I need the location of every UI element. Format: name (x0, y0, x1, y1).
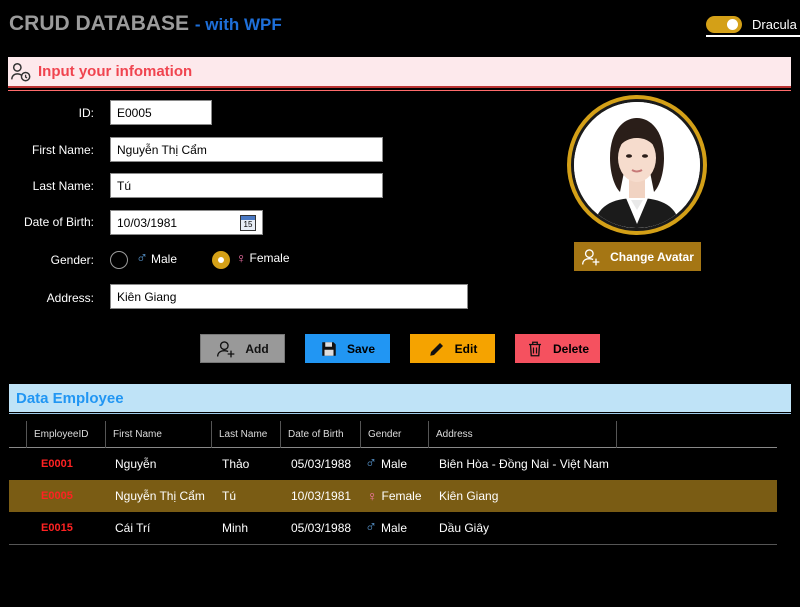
dob-value: 10/03/1981 (117, 216, 178, 230)
employee-table[interactable]: EmployeeID First Name Last Name Date of … (9, 421, 777, 545)
cell-employee-id: E0001 (41, 458, 73, 470)
dob-field[interactable]: 10/03/1981 15 (110, 210, 263, 235)
gender-label: Gender: (50, 253, 94, 267)
app-title: CRUD DATABASE - with WPF (9, 12, 282, 36)
id-field[interactable]: E0005 (110, 100, 212, 125)
save-button[interactable]: Save (305, 334, 390, 363)
table-row[interactable]: E0015 Cái Trí Minh 05/03/1988 ♂ Male Dầu … (9, 512, 777, 544)
edit-label: Edit (454, 341, 478, 356)
cell-gender-label: Male (381, 521, 408, 535)
address-field[interactable]: Kiên Giang (110, 284, 468, 309)
input-section-header: Input your infomation (8, 57, 791, 88)
divider (9, 413, 791, 414)
dob-label: Date of Birth: (23, 215, 94, 229)
add-label: Add (245, 341, 269, 356)
change-avatar-button[interactable]: Change Avatar (574, 242, 701, 271)
cell-last-name: Thảo (222, 457, 250, 471)
cell-address: Dầu Giây (439, 521, 490, 535)
add-button[interactable]: Add (200, 334, 285, 363)
delete-button[interactable]: Delete (515, 334, 600, 363)
calendar-day: 15 (243, 220, 253, 229)
floppy-disk-icon (322, 341, 336, 356)
pencil-icon (429, 342, 443, 356)
gender-female-option[interactable]: ♀ Female (236, 250, 290, 266)
cell-first-name: Cái Trí (115, 521, 151, 535)
theme-label: Dracula (752, 16, 797, 32)
edit-button[interactable]: Edit (410, 334, 495, 363)
cell-address: Kiên Giang (439, 489, 499, 503)
gender-male-radio[interactable] (110, 251, 128, 269)
avatar-photo (571, 99, 703, 231)
column-header-employee-id[interactable]: EmployeeID (26, 421, 105, 448)
column-header-last-name[interactable]: Last Name (211, 421, 280, 448)
female-icon: ♀ (367, 488, 378, 504)
calendar-icon[interactable]: 15 (240, 215, 256, 231)
table-header: EmployeeID First Name Last Name Date of … (9, 421, 777, 448)
cell-first-name: Nguyễn Thị Cẩm (115, 489, 205, 503)
input-section-title: Input your infomation (38, 63, 193, 80)
gender-male-label: Male (151, 252, 178, 266)
divider (8, 90, 791, 91)
cell-gender-label: Male (381, 457, 408, 471)
cell-employee-id: E0015 (41, 522, 73, 534)
cell-date-of-birth: 05/03/1988 (291, 521, 352, 535)
cell-last-name: Minh (222, 521, 249, 535)
table-bottom-border (9, 544, 777, 545)
last-name-field[interactable]: Tú (110, 173, 383, 198)
add-user-icon (217, 340, 235, 357)
male-icon: ♂ (365, 519, 377, 536)
cell-employee-id: E0005 (41, 490, 73, 502)
data-section-title: Data Employee (16, 389, 124, 407)
cell-first-name: Nguyễn (115, 457, 157, 471)
cell-gender-label: Female (381, 489, 422, 503)
user-info-icon (11, 62, 31, 81)
address-label: Address: (46, 291, 94, 305)
column-header-gender[interactable]: Gender (360, 421, 428, 448)
app-subtitle: - with WPF (194, 15, 282, 34)
delete-label: Delete (552, 341, 590, 356)
id-label: ID: (78, 106, 94, 120)
cell-gender: ♀ Female (367, 480, 422, 512)
cell-gender: ♂ Male (365, 512, 407, 544)
last-name-label: Last Name: (32, 179, 94, 193)
cell-last-name: Tú (222, 489, 237, 503)
gender-male-option[interactable]: ♂ Male (136, 250, 177, 268)
trash-icon (528, 341, 541, 356)
gender-female-label: Female (249, 251, 290, 265)
column-header-address[interactable]: Address (428, 421, 617, 448)
app-title-text: CRUD DATABASE (9, 12, 190, 35)
save-label: Save (346, 341, 376, 356)
first-name-label: First Name: (31, 143, 94, 157)
switch-knob (727, 18, 738, 30)
first-name-field[interactable]: Nguyễn Thị Cẩm (110, 137, 383, 162)
change-avatar-label: Change Avatar (610, 249, 694, 264)
cell-gender: ♂ Male (365, 448, 407, 480)
column-header-first-name[interactable]: First Name (105, 421, 211, 448)
data-section-header: Data Employee (9, 384, 791, 412)
gender-female-radio[interactable] (212, 251, 230, 269)
cell-address: Biên Hòa - Đồng Nai - Việt Nam (439, 457, 609, 471)
male-icon: ♂ (136, 250, 148, 267)
cell-date-of-birth: 10/03/1981 (291, 489, 352, 503)
person-portrait-icon (574, 102, 700, 228)
male-icon: ♂ (365, 455, 377, 472)
cell-date-of-birth: 05/03/1988 (291, 457, 352, 471)
avatar (567, 95, 707, 235)
theme-switch[interactable] (706, 15, 742, 33)
female-icon: ♀ (236, 250, 247, 266)
theme-toggle[interactable]: Dracula (706, 13, 800, 37)
column-header-date-of-birth[interactable]: Date of Birth (280, 421, 360, 448)
table-row[interactable]: E0001 Nguyễn Thảo 05/03/1988 ♂ Male Biên … (9, 448, 777, 480)
table-row-selected[interactable]: E0005 Nguyễn Thị Cẩm Tú 10/03/1981 ♀ Fema… (9, 480, 777, 512)
add-user-icon (582, 248, 600, 265)
